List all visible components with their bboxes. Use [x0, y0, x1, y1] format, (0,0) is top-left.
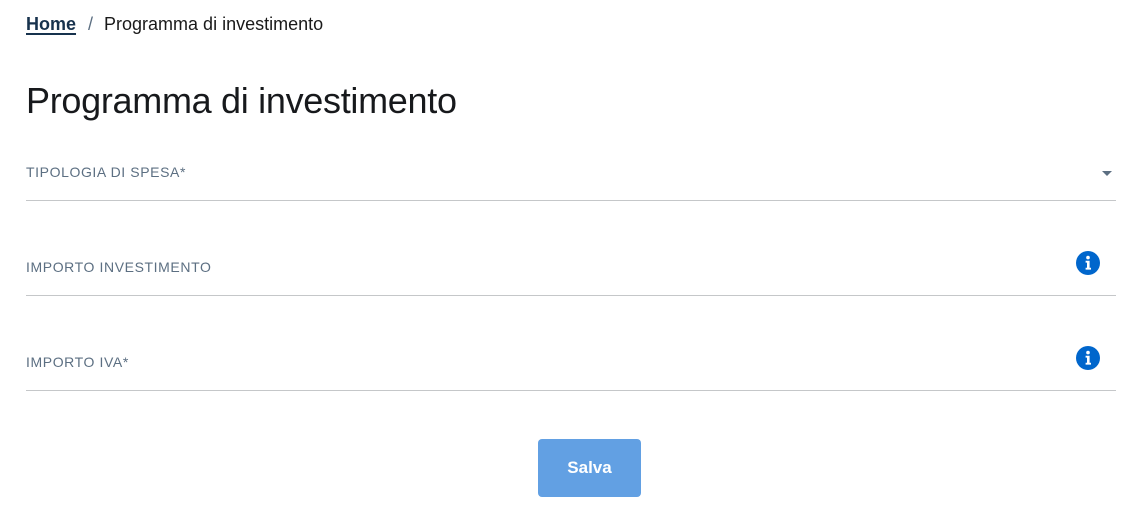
info-icon[interactable] — [1076, 251, 1100, 275]
importo-iva-input[interactable] — [26, 331, 1116, 390]
caret-down-icon[interactable] — [1102, 171, 1112, 176]
breadcrumb: Home / Programma di investimento — [26, 12, 323, 36]
importo-iva-field[interactable]: IMPORTO IVA* — [26, 331, 1116, 391]
breadcrumb-home-link[interactable]: Home — [26, 12, 76, 36]
breadcrumb-current: Programma di investimento — [104, 14, 324, 34]
breadcrumb-separator: / — [88, 14, 94, 34]
importo-investimento-field[interactable]: IMPORTO INVESTIMENTO — [26, 236, 1116, 296]
save-button[interactable]: Salva — [538, 439, 641, 497]
tipologia-spesa-select[interactable]: TIPOLOGIA DI SPESA* — [26, 141, 1116, 201]
page: Home / Programma di investimento Program… — [0, 0, 1142, 520]
tipologia-spesa-label: TIPOLOGIA DI SPESA* — [26, 164, 187, 180]
importo-investimento-input[interactable] — [26, 236, 1116, 295]
page-title: Programma di investimento — [26, 80, 457, 121]
info-icon[interactable] — [1076, 346, 1100, 370]
